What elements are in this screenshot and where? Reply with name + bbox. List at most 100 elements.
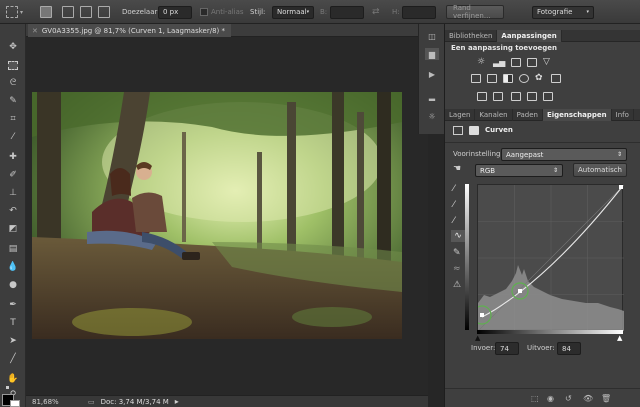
add-selection-button[interactable] [62,4,74,20]
edit-points-curve-icon[interactable]: ∿ [451,230,465,242]
black-point-eyedropper-icon[interactable]: ⁄ [453,184,455,194]
eyedropper-tool-icon[interactable]: ⁄ [5,130,21,144]
input-gradient-bar [477,330,623,334]
color-balance-icon[interactable] [487,74,497,83]
move-tool-icon[interactable]: ✥ [5,40,21,54]
histogram-icon[interactable]: ▆ [425,48,439,60]
close-icon[interactable]: ✕ [32,27,38,35]
tab-paths[interactable]: Paden [513,109,543,121]
tab-libraries[interactable]: Bibliotheken [445,30,498,42]
clipping-warning-icon[interactable]: ⚠ [453,280,461,290]
selective-color-icon[interactable] [543,92,553,101]
posterize-icon[interactable] [493,92,503,101]
status-menu-arrow-icon[interactable]: ▸ [175,397,179,406]
draw-curve-pencil-icon[interactable]: ✎ [453,248,461,258]
curves-plot [472,184,625,332]
brush-tool-icon[interactable]: ✐ [5,168,21,182]
navigator-icon[interactable]: ◫ [425,30,439,42]
tab-info[interactable]: Info [612,109,634,121]
subtract-selection-button[interactable] [80,4,92,20]
auto-button[interactable]: Automatisch [573,163,627,177]
trash-icon[interactable]: 🗑 [601,394,611,403]
timeline-icon[interactable]: ▭ [88,398,95,406]
stamp-tool-icon[interactable]: ⊥ [5,186,21,200]
quick-selection-icon[interactable]: ✎ [5,94,21,108]
sun-icon[interactable]: ☼ [425,110,439,122]
feather-label: Doezelaar: [122,8,160,16]
clip-to-layer-icon[interactable]: ⬚ [531,394,539,403]
hue-saturation-icon[interactable] [471,74,481,83]
input-field[interactable]: 74 [495,342,519,355]
new-selection-icon [40,6,52,18]
style-select[interactable]: Normaal ▾ [272,5,314,19]
marquee-tool-icon[interactable] [5,58,21,72]
visibility-icon[interactable]: 👁 [583,394,593,403]
vibrance-icon[interactable]: ▽ [543,58,553,67]
intersect-selection-button[interactable] [98,4,110,20]
refine-edge-button[interactable]: Rand verfijnen... [446,4,504,20]
tab-properties[interactable]: Eigenschappen [542,109,612,121]
history-brush-icon[interactable]: ↶ [5,204,21,218]
channel-mixer-icon[interactable]: ✿ [535,74,545,83]
height-label: H: [392,8,400,16]
background-color-swatch[interactable] [10,400,20,407]
healing-brush-icon[interactable]: ✚ [5,150,21,164]
width-input[interactable] [330,5,364,19]
exposure-icon[interactable] [527,58,537,67]
document-tab[interactable]: ✕ GV0A3355.jpg @ 81,7% (Curven 1, Laagmas… [28,24,231,37]
type-tool-icon[interactable]: T [5,316,21,330]
new-selection-button[interactable] [40,4,52,20]
tools-panel: ✥ ᘓ ✎ ⌗ ⁄ ✚ ✐ ⊥ ↶ ◩ ▤ 💧 ● ✒ T ➤ ╱ ✋ ⚲ [0,24,26,407]
crop-tool-icon[interactable]: ⌗ [5,112,21,126]
levels-adjust-icon[interactable]: ▃▅ [493,58,505,67]
gradient-tool-icon[interactable]: ▤ [5,242,21,256]
eraser-tool-icon[interactable]: ◩ [5,222,21,236]
pen-tool-icon[interactable]: ✒ [5,298,21,312]
gradient-map-icon[interactable] [527,92,537,101]
output-field[interactable]: 84 [557,342,581,355]
curves-graph[interactable] [472,184,625,332]
target-adjust-hand-icon[interactable]: ☚ [453,164,461,174]
mask-icon[interactable] [469,126,479,135]
color-swap-icon[interactable] [6,386,9,389]
lasso-tool-icon[interactable]: ᘓ [5,76,21,90]
levels-icon[interactable]: ▂ [425,90,439,102]
tab-adjustments[interactable]: Aanpassingen [497,30,562,42]
path-selection-icon[interactable]: ➤ [5,334,21,348]
view-previous-icon[interactable]: ◉ [547,394,554,403]
preset-select[interactable]: Aangepast ⇕ [501,148,627,161]
white-slider-icon[interactable]: ▲ [617,334,622,342]
photo-canvas[interactable] [32,92,402,339]
color-lookup-icon[interactable] [551,74,561,83]
feather-input[interactable]: 0 px [158,5,192,19]
black-slider-icon[interactable]: ▲ [475,334,480,342]
swap-icon[interactable]: ⇄ [372,4,380,20]
line-tool-icon[interactable]: ╱ [5,352,21,366]
doc-size: Doc: 3,74 M/3,74 M [100,397,169,406]
white-point-eyedropper-icon[interactable]: ⁄ [453,216,455,226]
photo-filter-icon[interactable] [519,74,529,83]
hand-tool-icon[interactable]: ✋ [5,372,21,386]
tab-layers[interactable]: Lagen [445,109,476,121]
height-input[interactable] [402,5,436,19]
brightness-icon[interactable]: ☼ [477,58,487,67]
curves-adjust-icon[interactable] [511,58,521,67]
marquee-tool-preset[interactable]: ▾ [6,4,23,20]
marquee-icon [6,6,18,18]
play-action-icon[interactable]: ▶ [425,68,439,80]
style-value: Normaal [277,8,307,16]
invert-icon[interactable] [477,92,487,101]
antialias-checkbox[interactable]: Anti-alias [200,4,244,20]
workspace-select[interactable]: Fotografie ▾ [532,5,594,19]
threshold-icon[interactable] [511,92,521,101]
zoom-level[interactable]: 81,68% [32,398,76,406]
reset-icon[interactable]: ↺ [565,394,572,403]
smooth-curve-icon[interactable]: ≈ [453,264,461,274]
blur-tool-icon[interactable]: 💧 [5,260,21,274]
gray-point-eyedropper-icon[interactable]: ⁄ [453,200,455,210]
channel-select[interactable]: RGB ⇕ [475,164,563,177]
tab-channels[interactable]: Kanalen [475,109,513,121]
dodge-tool-icon[interactable]: ● [5,278,21,292]
black-white-icon[interactable] [503,74,513,83]
bottom-panel-tabs: Lagen Kanalen Paden Eigenschappen Info [445,109,640,121]
